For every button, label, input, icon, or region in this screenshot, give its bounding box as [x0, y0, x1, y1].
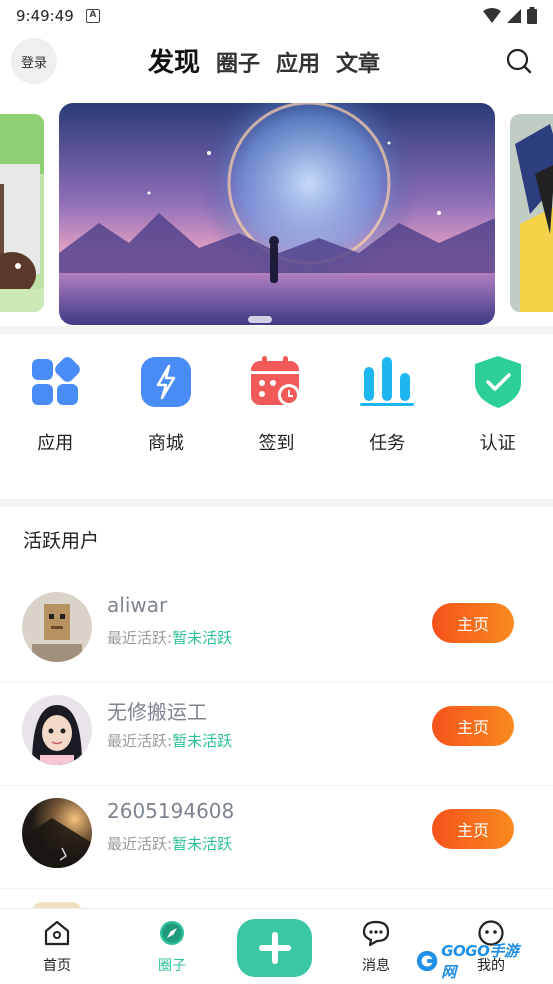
section-divider: [0, 499, 553, 507]
avatar[interactable]: [22, 695, 92, 765]
top-tabs: 发现 圈子 应用 文章: [148, 42, 380, 79]
tab-discover[interactable]: 发现: [148, 42, 200, 79]
user-row[interactable]: 无修搬运工 最近活跃:暂未活跃 主页: [0, 683, 553, 786]
user-name[interactable]: 2605194608: [107, 799, 234, 823]
quick-action-label: 认证: [479, 433, 516, 454]
nav-home[interactable]: 首页: [22, 919, 92, 975]
tab-apps[interactable]: 应用: [276, 46, 320, 78]
login-button[interactable]: 登录: [11, 38, 57, 84]
chat-icon: [362, 920, 390, 947]
user-homepage-button[interactable]: 主页: [432, 809, 514, 849]
user-last-active: 最近活跃:暂未活跃: [107, 627, 232, 648]
watermark-text: GOGO手游网: [441, 942, 519, 981]
last-active-label: 最近活跃:: [107, 835, 173, 853]
banner-carousel[interactable]: [0, 100, 553, 328]
quick-action-store[interactable]: 商城: [111, 355, 222, 475]
user-row[interactable]: aliwar 最近活跃:暂未活跃 主页: [0, 580, 553, 683]
user-name[interactable]: aliwar: [107, 593, 167, 617]
bar-chart-icon: [360, 355, 415, 409]
quick-action-label: 签到: [258, 433, 295, 454]
tab-articles[interactable]: 文章: [336, 46, 380, 78]
user-homepage-button[interactable]: 主页: [432, 603, 514, 643]
status-bar: 9:49:49 A: [0, 0, 553, 32]
quick-action-label: 商城: [147, 433, 184, 454]
lightning-icon: [139, 355, 193, 409]
calendar-check-icon: [249, 355, 303, 409]
user-row[interactable]: 2605194608 最近活跃:暂未活跃 主页: [0, 786, 553, 889]
user-last-active: 最近活跃:暂未活跃: [107, 730, 232, 751]
top-header: 登录 发现 圈子 应用 文章: [0, 36, 553, 86]
status-time: 9:49:49: [16, 7, 74, 25]
discover-page: 9:49:49 A 登录 发现 圈子 应用 文章 应用 商城 签到 任务 认证 …: [0, 0, 553, 984]
last-active-value: 暂未活跃: [172, 835, 233, 853]
notification-icon: A: [85, 9, 100, 23]
avatar[interactable]: [22, 798, 92, 868]
section-divider: [0, 326, 553, 334]
last-active-value: 暂未活跃: [172, 732, 233, 750]
tab-circle[interactable]: 圈子: [216, 46, 260, 78]
search-icon[interactable]: [505, 47, 533, 75]
last-active-label: 最近活跃:: [107, 732, 173, 750]
battery-icon: [527, 7, 537, 24]
quick-action-checkin[interactable]: 签到: [221, 355, 332, 475]
apps-grid-icon: [28, 355, 82, 409]
home-icon: [44, 920, 70, 946]
carousel-indicator: [248, 316, 272, 323]
last-active-label: 最近活跃:: [107, 629, 173, 647]
nav-circle[interactable]: 圈子: [137, 919, 207, 975]
quick-action-apps[interactable]: 应用: [0, 355, 111, 475]
active-users-title: 活跃用户: [23, 530, 100, 552]
avatar[interactable]: [22, 592, 92, 662]
status-indicators: [483, 7, 537, 24]
site-watermark: GOGO手游网: [416, 942, 526, 981]
user-homepage-button[interactable]: 主页: [432, 706, 514, 746]
banner-main-image[interactable]: [59, 103, 495, 325]
gogo-logo-icon: [416, 950, 438, 972]
banner-prev-image[interactable]: [0, 114, 44, 312]
create-post-button[interactable]: [237, 919, 312, 977]
quick-action-label: 应用: [37, 433, 74, 454]
banner-next-image[interactable]: [510, 114, 553, 312]
compass-icon: [160, 921, 184, 945]
last-active-value: 暂未活跃: [172, 629, 233, 647]
nav-messages[interactable]: 消息: [341, 919, 411, 975]
user-last-active: 最近活跃:暂未活跃: [107, 833, 232, 854]
nav-label: 首页: [43, 958, 71, 974]
plus-icon: [258, 932, 291, 964]
wifi-icon: [483, 7, 501, 23]
nav-label: 消息: [362, 958, 390, 974]
shield-check-icon: [471, 355, 525, 409]
quick-action-verify[interactable]: 认证: [442, 355, 553, 475]
nav-label: 圈子: [158, 958, 186, 974]
signal-icon: [507, 8, 521, 23]
user-name[interactable]: 无修搬运工: [107, 696, 207, 725]
quick-actions: 应用 商城 签到 任务 认证: [0, 355, 553, 475]
quick-action-tasks[interactable]: 任务: [332, 355, 443, 475]
quick-action-label: 任务: [369, 433, 406, 454]
